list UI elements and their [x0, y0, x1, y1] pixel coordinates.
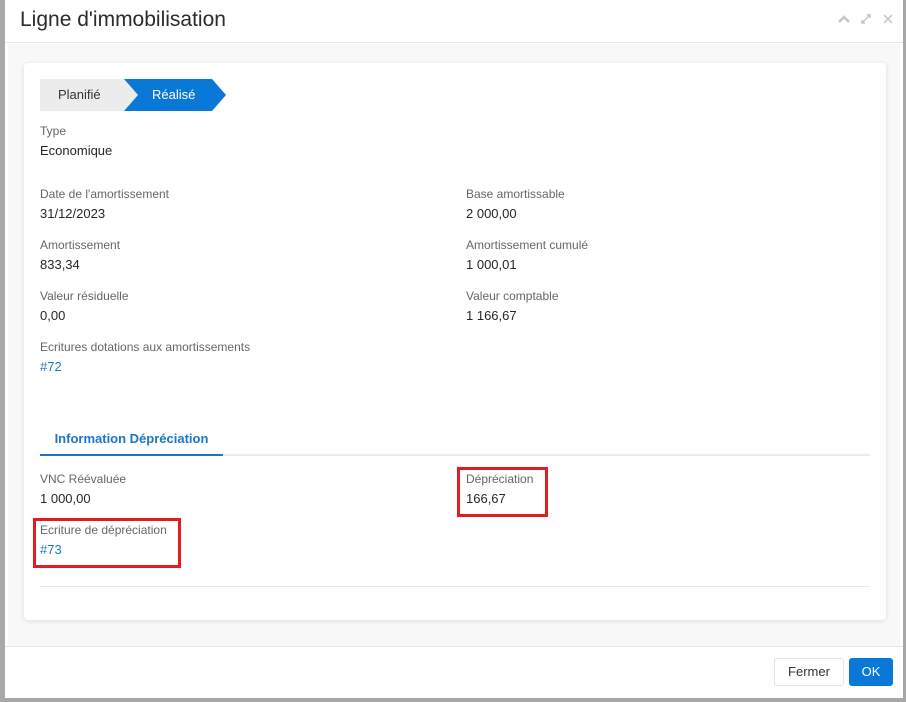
step-realise[interactable]: Réalisé	[124, 79, 226, 111]
field-label: Date de l'amortissement	[40, 187, 170, 201]
field-label: Dépréciation	[466, 472, 534, 486]
field-amortissement-cumule: Amortissement cumulé 1 000,01	[466, 237, 588, 274]
field-date: Date de l'amortissement 31/12/2023	[40, 186, 169, 223]
field-type: Type Economique	[40, 123, 112, 160]
header-icons	[837, 12, 895, 28]
field-base: Base amortissable 2 000,00	[466, 186, 565, 223]
expand-icon[interactable]	[859, 12, 873, 28]
field-ecritures-dotations: Ecritures dotations aux amortissements #…	[40, 339, 250, 376]
close-icon[interactable]	[881, 12, 895, 28]
field-amortissement: Amortissement 833,34	[40, 237, 120, 274]
field-depreciation: Dépréciation 166,67	[466, 471, 533, 508]
ecriture-depreciation-link[interactable]: #73	[40, 541, 62, 559]
close-button[interactable]: Fermer	[774, 658, 844, 686]
tab-bar: Information Dépréciation	[40, 430, 870, 456]
field-valeur-comptable: Valeur comptable 1 166,67	[466, 288, 559, 325]
tab-information-depreciation[interactable]: Information Dépréciation	[40, 430, 223, 456]
field-value: Economique	[40, 143, 113, 158]
field-value: 2 000,00	[466, 206, 517, 221]
field-ecriture-depreciation: Ecriture de dépréciation #73	[40, 522, 167, 559]
divider	[40, 586, 870, 587]
status-steps: Planifié Réalisé	[40, 79, 228, 111]
ok-button[interactable]: OK	[849, 658, 893, 686]
field-label: VNC Réévaluée	[40, 472, 127, 486]
ecriture-dotation-link[interactable]: #72	[40, 358, 62, 376]
field-value: 0,00	[40, 308, 66, 323]
field-value: 31/12/2023	[40, 206, 106, 221]
dialog-header: Ligne d'immobilisation	[5, 0, 903, 43]
field-vnc-reevaluee: VNC Réévaluée 1 000,00	[40, 471, 126, 508]
chevron-up-icon[interactable]	[837, 12, 851, 28]
field-label: Amortissement cumulé	[466, 238, 589, 252]
field-value: 1 000,01	[466, 257, 517, 272]
dialog-title: Ligne d'immobilisation	[20, 8, 226, 31]
dialog: Ligne d'immobilisation Planifié Réalisé …	[5, 0, 903, 698]
field-label: Ecritures dotations aux amortissements	[40, 340, 251, 354]
field-value: 1 166,67	[466, 308, 517, 323]
field-value: 1 000,00	[40, 491, 91, 506]
field-valeur-residuelle: Valeur résiduelle 0,00	[40, 288, 129, 325]
field-label: Amortissement	[40, 238, 121, 252]
field-label: Base amortissable	[466, 187, 565, 201]
dialog-footer: Fermer OK	[5, 646, 903, 698]
field-label: Valeur résiduelle	[40, 289, 129, 303]
step-planifie[interactable]: Planifié	[40, 79, 138, 111]
field-label: Valeur comptable	[466, 289, 559, 303]
field-value: 833,34	[40, 257, 80, 272]
field-label: Ecriture de dépréciation	[40, 523, 167, 537]
dialog-body: Planifié Réalisé Type Economique Date de…	[8, 44, 900, 646]
detail-card: Planifié Réalisé Type Economique Date de…	[24, 63, 886, 620]
field-label: Type	[40, 124, 67, 138]
field-value: 166,67	[466, 491, 506, 506]
